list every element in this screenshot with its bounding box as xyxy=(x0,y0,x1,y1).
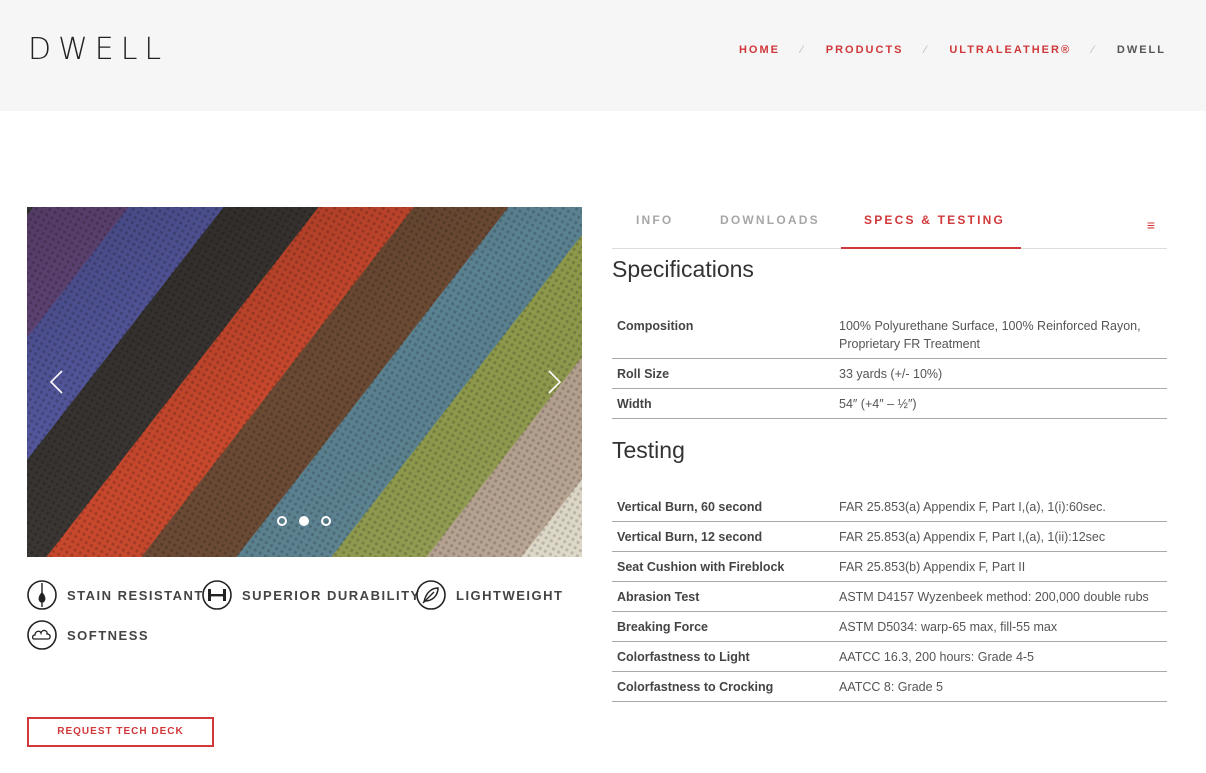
breadcrumb: HOME ⁄ PRODUCTS ⁄ ULTRALEATHER® ⁄ DWELL xyxy=(739,44,1166,56)
breadcrumb-current: DWELL xyxy=(1116,44,1166,56)
breadcrumb-separator: ⁄ xyxy=(1092,44,1096,56)
feature-label: SOFTNESS xyxy=(67,627,150,643)
slider-dot[interactable] xyxy=(321,516,331,526)
breadcrumb-ultraleather[interactable]: ULTRALEATHER® xyxy=(949,44,1071,56)
active-tab-indicator xyxy=(841,247,1021,249)
row-value: ASTM D4157 Wyzenbeek method: 200,000 dou… xyxy=(834,581,1167,612)
feather-icon xyxy=(416,580,446,610)
row-label: Vertical Burn, 12 second xyxy=(612,521,834,552)
row-value: FAR 25.853(a) Appendix F, Part I,(a), 1(… xyxy=(834,521,1167,552)
fabric-swatches-image xyxy=(27,207,582,557)
breadcrumb-separator: ⁄ xyxy=(800,44,805,56)
menu-icon[interactable]: ≡ xyxy=(1147,217,1155,233)
row-label: Abrasion Test xyxy=(612,581,834,612)
row-label: Roll Size xyxy=(612,358,834,389)
row-label: Breaking Force xyxy=(612,611,834,642)
row-label: Composition xyxy=(612,311,834,359)
cloud-icon xyxy=(27,620,57,650)
table-row: Composition 100% Polyurethane Surface, 10… xyxy=(612,311,1167,359)
table-row: Breaking Force ASTM D5034: warp-65 max, f… xyxy=(612,611,1167,642)
row-value: ASTM D5034: warp-65 max, fill-55 max xyxy=(834,611,1167,642)
row-label: Seat Cushion with Fireblock xyxy=(612,551,834,582)
product-tabs: INFO DOWNLOADS SPECS & TESTING ≡ xyxy=(612,207,1167,249)
feature-label: STAIN RESISTANT xyxy=(67,587,204,603)
table-row: Seat Cushion with Fireblock FAR 25.853(b)… xyxy=(612,551,1167,582)
row-label: Colorfastness to Crocking xyxy=(612,671,834,702)
request-tech-deck-button[interactable]: REQUEST TECH DECK xyxy=(27,717,214,747)
breadcrumb-products[interactable]: PRODUCTS xyxy=(826,44,904,56)
slider-next-arrow-icon[interactable] xyxy=(539,367,569,397)
table-row: Roll Size 33 yards (+/- 10%) xyxy=(612,358,1167,389)
feature-softness: SOFTNESS xyxy=(27,620,149,650)
row-value: FAR 25.853(a) Appendix F, Part I,(a), 1(… xyxy=(834,492,1167,522)
table-row: Colorfastness to Light AATCC 16.3, 200 ho… xyxy=(612,641,1167,672)
slider-dot-active[interactable] xyxy=(299,516,309,526)
table-row: Abrasion Test ASTM D4157 Wyzenbeek method… xyxy=(612,581,1167,612)
row-value: 33 yards (+/- 10%) xyxy=(834,358,1167,389)
row-label: Width xyxy=(612,388,834,419)
product-image-slider[interactable] xyxy=(27,207,582,557)
row-value: AATCC 8: Grade 5 xyxy=(834,671,1167,702)
site-header: DWELL HOME ⁄ PRODUCTS ⁄ ULTRALEATHER® ⁄ … xyxy=(0,0,1206,111)
row-value: 100% Polyurethane Surface, 100% Reinforc… xyxy=(834,311,1167,359)
row-label: Colorfastness to Light xyxy=(612,641,834,672)
table-row: Vertical Burn, 60 second FAR 25.853(a) Ap… xyxy=(612,492,1167,522)
table-row: Width 54″ (+4″ – ½″) xyxy=(612,388,1167,419)
slider-prev-arrow-icon[interactable] xyxy=(42,367,72,397)
stain-resistant-icon xyxy=(27,580,57,610)
row-label: Vertical Burn, 60 second xyxy=(612,492,834,522)
feature-stain-resistant: STAIN RESISTANT xyxy=(27,580,204,610)
table-row: Colorfastness to Crocking AATCC 8: Grade … xyxy=(612,671,1167,702)
table-row: Vertical Burn, 12 second FAR 25.853(a) Ap… xyxy=(612,521,1167,552)
breadcrumb-separator: ⁄ xyxy=(924,44,929,56)
feature-label: LIGHTWEIGHT xyxy=(456,587,564,603)
specifications-table: Composition 100% Polyurethane Surface, 10… xyxy=(612,311,1167,419)
breadcrumb-home[interactable]: HOME xyxy=(739,44,780,56)
tab-info[interactable]: INFO xyxy=(636,213,673,227)
slider-dot[interactable] xyxy=(277,516,287,526)
tab-specs-testing[interactable]: SPECS & TESTING xyxy=(864,213,1005,227)
testing-table: Vertical Burn, 60 second FAR 25.853(a) Ap… xyxy=(612,492,1167,702)
site-logo[interactable]: DWELL xyxy=(28,32,168,67)
dumbbell-icon xyxy=(202,580,232,610)
tab-downloads[interactable]: DOWNLOADS xyxy=(720,213,820,227)
feature-label: SUPERIOR DURABILITY xyxy=(242,587,421,603)
specifications-heading: Specifications xyxy=(612,256,754,282)
feature-lightweight: LIGHTWEIGHT xyxy=(416,580,564,610)
feature-superior-durability: SUPERIOR DURABILITY xyxy=(202,580,421,610)
row-value: FAR 25.853(b) Appendix F, Part II xyxy=(834,551,1167,582)
row-value: AATCC 16.3, 200 hours: Grade 4-5 xyxy=(834,641,1167,672)
row-value: 54″ (+4″ – ½″) xyxy=(834,388,1167,419)
slider-pagination xyxy=(277,516,331,526)
testing-heading: Testing xyxy=(612,437,685,463)
